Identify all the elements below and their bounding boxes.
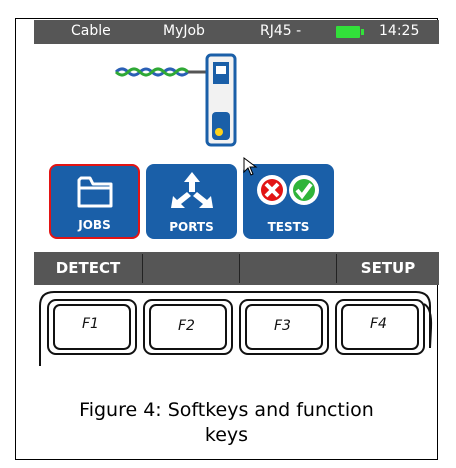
softkey-2[interactable] (143, 252, 239, 285)
softkey-setup[interactable]: SETUP (337, 252, 439, 285)
ports-tile[interactable]: PORTS (146, 164, 237, 239)
status-connector: RJ45 - (260, 23, 302, 39)
function-key-f4[interactable]: F4 (370, 316, 387, 332)
softkey-3[interactable] (240, 252, 336, 285)
function-key-f3[interactable]: F3 (274, 318, 291, 334)
battery-icon (336, 26, 364, 38)
device-screen: Cable MyJob RJ45 - 14:25 JOBS PORTS TEST… (34, 20, 439, 285)
network-arrows-icon (170, 172, 213, 208)
ports-tile-label: PORTS (169, 220, 214, 234)
function-key-f2[interactable]: F2 (178, 318, 195, 334)
figure-caption-line1: Figure 4: Softkeys and function (79, 399, 374, 421)
status-cable: Cable (71, 23, 111, 39)
function-keypad: F1 F2 F3 F4 (34, 288, 434, 368)
twisted-cable-icon (114, 67, 190, 77)
cable-tester-illustration (114, 53, 237, 147)
tests-tile-label: TESTS (267, 220, 310, 234)
function-key-f1[interactable]: F1 (82, 316, 99, 332)
mouse-cursor-icon (243, 157, 258, 176)
jobs-tile-label: JOBS (78, 218, 111, 232)
softkey-bar: DETECT SETUP (34, 252, 439, 285)
folder-icon (77, 176, 112, 208)
figure-caption-line2: keys (204, 424, 249, 446)
softkey-detect[interactable]: DETECT (34, 252, 142, 285)
status-bar: Cable MyJob RJ45 - 14:25 (34, 20, 439, 44)
tester-device-icon (205, 53, 237, 147)
status-job: MyJob (163, 23, 205, 39)
status-time: 14:25 (379, 23, 420, 39)
pass-fail-icon (256, 175, 319, 205)
jobs-tile[interactable]: JOBS (49, 164, 140, 239)
